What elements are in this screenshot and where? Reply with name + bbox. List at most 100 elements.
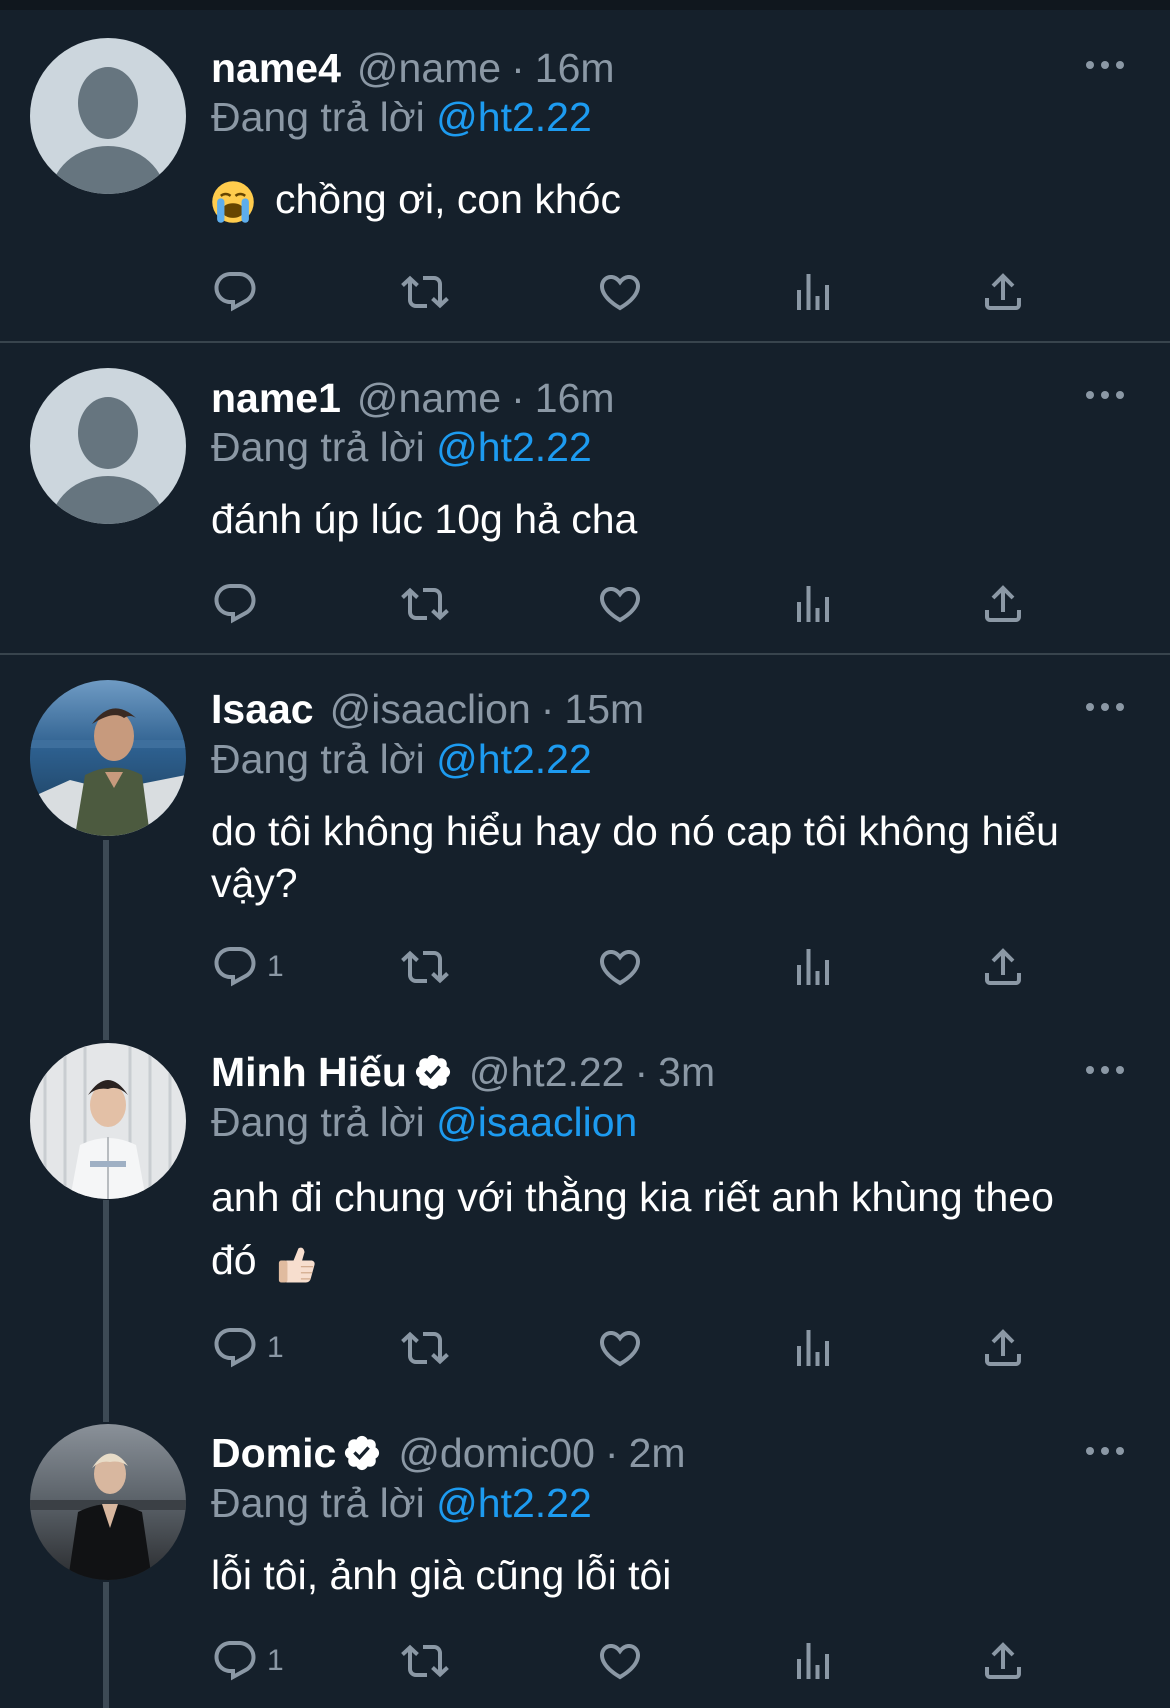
mention-link[interactable]: @ht2.22 <box>436 94 592 140</box>
action-bar: 1 <box>211 1320 1041 1376</box>
views-icon <box>789 580 837 628</box>
display-name[interactable]: name1 <box>211 375 341 422</box>
share-button[interactable] <box>979 576 1027 632</box>
mention-link[interactable]: @ht2.22 <box>436 424 592 470</box>
retweet-button[interactable] <box>401 264 449 320</box>
reply-icon <box>211 268 259 316</box>
like-icon <box>596 268 644 316</box>
more-options-icon[interactable] <box>1086 389 1126 401</box>
replying-to: Đang trả lời @isaaclion <box>211 1099 637 1146</box>
share-icon <box>979 943 1027 991</box>
reply-icon <box>211 943 259 991</box>
views-button[interactable] <box>789 1320 837 1376</box>
tweet-text-content: anh đi chung với thằng kia riết anh khùn… <box>211 1174 1054 1283</box>
share-icon <box>979 580 1027 628</box>
more-options-icon[interactable] <box>1086 1445 1126 1457</box>
display-name[interactable]: Minh Hiếu <box>211 1049 407 1096</box>
avatar[interactable] <box>30 38 186 194</box>
replying-to: Đang trả lời @ht2.22 <box>211 424 592 471</box>
reply-button[interactable] <box>211 576 267 632</box>
more-options-icon[interactable] <box>1086 701 1126 713</box>
retweet-icon <box>401 268 449 316</box>
retweet-icon <box>401 1637 449 1685</box>
replying-to-label: Đang trả lời <box>211 1099 425 1145</box>
tweet-text: đánh úp lúc 10g hả cha <box>211 496 638 542</box>
share-icon <box>979 1324 1027 1372</box>
separator: · <box>634 1048 649 1095</box>
mention-link[interactable]: @ht2.22 <box>436 736 592 782</box>
separator: · <box>511 44 525 91</box>
views-icon <box>789 943 837 991</box>
timestamp[interactable]: 15m <box>564 686 644 733</box>
reply-count: 1 <box>267 1644 284 1677</box>
user-handle[interactable]: @name <box>357 375 501 422</box>
like-button[interactable] <box>596 264 644 320</box>
share-button[interactable] <box>979 1633 1027 1689</box>
retweet-button[interactable] <box>401 939 449 995</box>
share-button[interactable] <box>979 264 1027 320</box>
mention-link[interactable]: @ht2.22 <box>436 1480 592 1526</box>
tweet-divider <box>0 653 1170 655</box>
separator: · <box>540 685 555 732</box>
retweet-button[interactable] <box>401 1320 449 1376</box>
share-button[interactable] <box>979 1320 1027 1376</box>
reply-button[interactable]: 1 <box>211 1320 284 1376</box>
profile-photo-icon <box>30 1043 186 1199</box>
verified-badge-icon <box>413 1052 453 1092</box>
default-avatar-icon <box>30 368 186 524</box>
more-options-icon[interactable] <box>1086 1064 1126 1076</box>
share-button[interactable] <box>979 939 1027 995</box>
views-button[interactable] <box>789 264 837 320</box>
timestamp[interactable]: 2m <box>629 1430 686 1477</box>
avatar[interactable] <box>30 1424 186 1580</box>
display-name[interactable]: Isaac <box>211 686 314 733</box>
like-button[interactable] <box>596 576 644 632</box>
timestamp[interactable]: 16m <box>535 375 615 422</box>
like-button[interactable] <box>596 1320 644 1376</box>
timestamp[interactable]: 16m <box>535 45 615 92</box>
share-icon <box>979 1637 1027 1685</box>
avatar[interactable] <box>30 368 186 524</box>
user-handle[interactable]: @ht2.22 <box>469 1049 625 1096</box>
like-icon <box>596 580 644 628</box>
reply-button[interactable]: 1 <box>211 939 284 995</box>
retweet-button[interactable] <box>401 576 449 632</box>
avatar[interactable] <box>30 680 186 836</box>
avatar[interactable] <box>30 1043 186 1199</box>
views-icon <box>789 268 837 316</box>
reply-count: 1 <box>267 1331 284 1364</box>
timestamp[interactable]: 3m <box>658 1049 715 1096</box>
replying-to: Đang trả lời @ht2.22 <box>211 1480 592 1527</box>
retweet-icon <box>401 943 449 991</box>
top-edge <box>0 0 1170 10</box>
reply-count: 1 <box>267 950 284 983</box>
share-icon <box>979 268 1027 316</box>
display-name[interactable]: Domic <box>211 1430 336 1477</box>
mention-link[interactable]: @isaaclion <box>436 1099 637 1145</box>
separator: · <box>604 1429 619 1476</box>
reply-icon <box>211 1637 259 1685</box>
views-button[interactable] <box>789 939 837 995</box>
views-button[interactable] <box>789 576 837 632</box>
retweet-button[interactable] <box>401 1633 449 1689</box>
separator: · <box>511 374 525 421</box>
tweet-header: Domic @domic00 · 2m <box>211 1428 686 1478</box>
user-handle[interactable]: @domic00 <box>398 1430 595 1477</box>
like-button[interactable] <box>596 1633 644 1689</box>
reply-button[interactable]: 1 <box>211 1633 284 1689</box>
display-name[interactable]: name4 <box>211 45 341 92</box>
more-options-icon[interactable] <box>1086 59 1126 71</box>
retweet-icon <box>401 580 449 628</box>
user-handle[interactable]: @isaaclion <box>330 686 531 733</box>
like-icon <box>596 943 644 991</box>
views-button[interactable] <box>789 1633 837 1689</box>
action-bar <box>211 576 1041 632</box>
thread-connector <box>103 840 109 1040</box>
user-handle[interactable]: @name <box>357 45 501 92</box>
replying-to: Đang trả lời @ht2.22 <box>211 94 592 141</box>
action-bar: 1 <box>211 939 1041 995</box>
like-button[interactable] <box>596 939 644 995</box>
thumbs-up-icon <box>278 1247 315 1283</box>
replying-to-label: Đang trả lời <box>211 736 425 782</box>
reply-button[interactable] <box>211 264 267 320</box>
